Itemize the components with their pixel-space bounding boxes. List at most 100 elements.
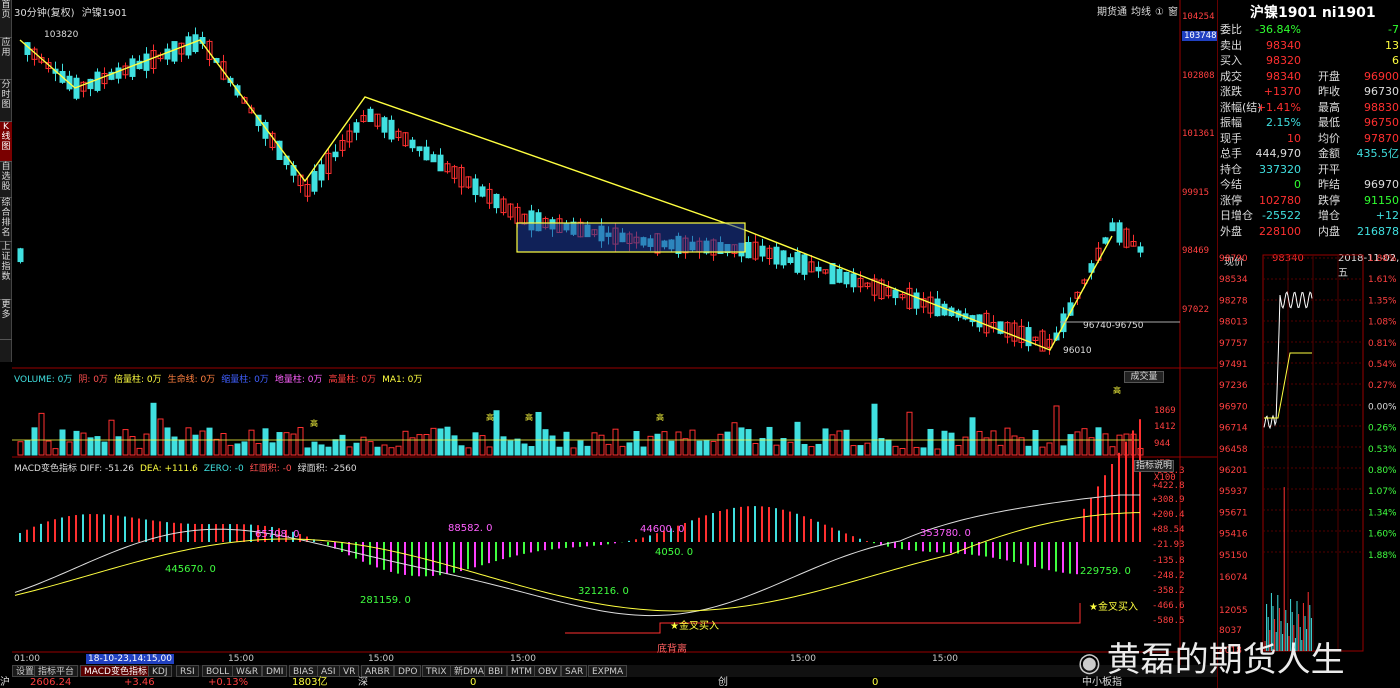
indicator-tab-13[interactable]: TRIX xyxy=(422,665,451,677)
time-tick-1: 18-10-23,14:15,00 xyxy=(86,654,174,664)
quote-cell-0-3: -7 xyxy=(1388,23,1399,36)
volume-bar-21 xyxy=(164,427,171,456)
candle-body-25 xyxy=(192,34,199,53)
mini-right-9: 0.53% xyxy=(1368,445,1397,455)
status-item-3: +0.13% xyxy=(208,677,249,688)
quote-cell-10-0: 今结 xyxy=(1220,178,1242,191)
mini-right-13: 1.60% xyxy=(1368,530,1397,540)
candle-body-125 xyxy=(892,289,899,299)
indicator-tab-1[interactable]: 指标平台 xyxy=(34,665,79,677)
volume-bar-72 xyxy=(521,443,528,456)
indicator-tab-18[interactable]: SAR xyxy=(561,665,588,677)
volume-bar-59 xyxy=(430,427,437,456)
volume-bar-61 xyxy=(444,426,451,456)
header-button-0[interactable]: 期货通 xyxy=(1097,7,1127,18)
candle-body-156 xyxy=(1109,222,1116,232)
quote-cell-3-0: 成交 xyxy=(1220,69,1242,83)
quote-cell-8-3: 435.5亿 xyxy=(1356,147,1400,160)
signal-text-2: 底背离 xyxy=(657,644,687,655)
volume-bar-65 xyxy=(472,432,479,456)
left-tab-0[interactable]: 首页 xyxy=(0,0,12,38)
indicator-help-button[interactable]: 指标说明 xyxy=(1134,460,1174,472)
quote-cell-5-0: 涨幅(结) xyxy=(1220,100,1262,114)
quote-row-4: 涨跌 +1370 昨收 96730 xyxy=(1218,84,1400,99)
indicator-tab-3[interactable]: KDJ xyxy=(148,665,172,677)
quote-cell-6-3: 96750 xyxy=(1364,116,1399,129)
left-tab-4[interactable]: 自选股 xyxy=(0,162,12,198)
mini-left-14: 95150 xyxy=(1219,551,1248,561)
left-tab-1[interactable]: 应用 xyxy=(0,38,12,80)
volume-bar-137 xyxy=(976,430,983,456)
left-tab-6[interactable]: 上证指数 xyxy=(0,242,12,300)
macd-label-5: 4050. 0 xyxy=(655,547,694,558)
quote-cell-5-3: 98830 xyxy=(1364,100,1399,114)
volume-bar-68 xyxy=(493,410,500,456)
quote-row-9: 持仓 337320 开平 xyxy=(1218,162,1400,177)
volume-bar-20 xyxy=(157,418,164,456)
indicator-tab-10[interactable]: VR xyxy=(339,665,360,677)
volume-bar-33 xyxy=(248,429,255,456)
candle-body-104 xyxy=(745,242,752,259)
volume-bar-24 xyxy=(185,427,192,456)
volume-button[interactable]: 成交量 xyxy=(1124,371,1164,383)
divergence-line xyxy=(565,603,1081,634)
left-tab-5[interactable]: 综合排名 xyxy=(0,198,12,242)
macd-label-7: 321216. 0 xyxy=(578,586,629,597)
candle-body-109 xyxy=(780,250,787,266)
mini-left-15: 16074 xyxy=(1219,573,1248,583)
macd-tick-2: +308.9 xyxy=(1152,495,1185,505)
volume-bar-133 xyxy=(948,432,955,456)
volume-bar-81 xyxy=(584,445,591,456)
mini-right-3: 1.08% xyxy=(1368,318,1397,328)
indicator-tab-14[interactable]: 新DMA xyxy=(450,665,488,677)
quote-cell-13-0: 外盘 xyxy=(1220,224,1242,238)
indicator-tab-7[interactable]: DMI xyxy=(262,665,288,677)
volume-bar-123 xyxy=(878,438,885,456)
indicator-tab-11[interactable]: ARBR xyxy=(361,665,394,677)
indicator-tab-4[interactable]: RSI xyxy=(176,665,199,677)
price-tick-2: 102808 xyxy=(1182,71,1215,81)
indicator-tab-9[interactable]: ASI xyxy=(317,665,340,677)
quote-row-13: 外盘 228100 内盘 216878 xyxy=(1218,224,1400,239)
header-button-2[interactable]: ① xyxy=(1155,7,1164,18)
left-tab-7[interactable]: 更多 xyxy=(0,300,12,340)
indicator-tab-19[interactable]: EXPMA xyxy=(588,665,628,677)
indicator-tab-12[interactable]: DPO xyxy=(394,665,422,677)
volume-bar-8 xyxy=(73,430,80,456)
indicator-tab-2[interactable]: MACD变色指标 xyxy=(80,665,151,677)
volume-bar-11 xyxy=(94,436,101,456)
price-tick-0: 104254 xyxy=(1182,12,1215,22)
volume-bar-32 xyxy=(241,441,248,456)
quote-cell-11-2: 跌停 xyxy=(1318,193,1340,207)
indicator-tab-17[interactable]: OBV xyxy=(534,665,562,677)
indicator-tab-16[interactable]: MTM xyxy=(507,665,537,677)
volume-bar-18 xyxy=(143,433,150,456)
quote-cell-2-1: 98320 xyxy=(1266,54,1301,67)
volume-bar-151 xyxy=(1074,431,1081,456)
volume-bar-150 xyxy=(1067,434,1074,456)
header-button-3[interactable]: 窗 xyxy=(1168,7,1178,18)
quote-cell-0-0: 委比 xyxy=(1220,23,1242,36)
left-tab-3[interactable]: K线图 xyxy=(0,122,12,162)
header-button-1[interactable]: 均线 xyxy=(1131,7,1151,18)
indicator-tab-8[interactable]: BIAS xyxy=(289,665,318,677)
quote-cell-11-0: 涨停 xyxy=(1220,193,1242,207)
volume-bar-31 xyxy=(234,443,241,456)
volume-bar-92 xyxy=(661,431,668,456)
intraday-mini-chart[interactable]: 98790 98534 98278 98013 97757 97491 97236 96970… xyxy=(1218,250,1400,660)
indicator-tab-6[interactable]: W&R xyxy=(232,665,263,677)
status-item-5: 深 xyxy=(358,677,368,688)
quote-cell-12-3: +12 xyxy=(1375,209,1399,222)
candle-body-60 xyxy=(437,154,444,172)
indicator-tab-5[interactable]: BOLL xyxy=(202,665,234,677)
quote-cell-13-1: 228100 xyxy=(1259,224,1301,238)
indicator-tabs: 设置 指标平台 MACD变色指标 KDJ RSI BOLL W&R DMI BIAS ASI VR A… xyxy=(12,665,1217,677)
volume-bar-17 xyxy=(136,447,143,456)
candle-body-112 xyxy=(801,254,808,275)
volume-bars xyxy=(17,402,1144,456)
macd-tick-9: -466.6 xyxy=(1152,601,1185,611)
volume-bar-76 xyxy=(549,435,556,456)
indicator-tab-15[interactable]: BBI xyxy=(484,665,508,677)
left-tab-2[interactable]: 分时图 xyxy=(0,80,12,122)
quote-cell-2-0: 买入 xyxy=(1220,54,1242,67)
